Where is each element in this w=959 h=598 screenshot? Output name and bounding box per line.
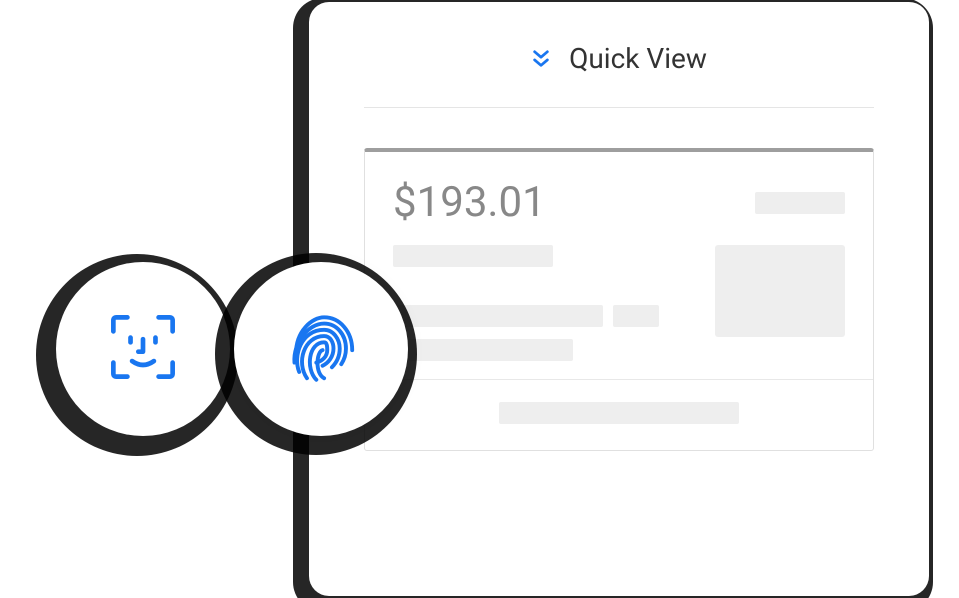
- divider: [364, 107, 874, 108]
- skeleton-bar: [499, 402, 739, 424]
- face-id-badge[interactable]: [56, 262, 230, 436]
- skeleton-left: [393, 245, 659, 361]
- skeleton-bar: [393, 245, 553, 267]
- chevron-double-down-icon: [531, 49, 551, 69]
- skeleton-right: [715, 245, 845, 337]
- skeleton-pill: [755, 192, 845, 214]
- fingerprint-badge[interactable]: [234, 262, 408, 436]
- quick-view-card: Quick View $193.01: [309, 2, 929, 596]
- face-id-icon: [104, 308, 182, 390]
- skeleton-bar: [393, 339, 573, 361]
- card-header[interactable]: Quick View: [309, 2, 929, 107]
- skeleton-bar: [613, 305, 659, 327]
- skeleton-bar: [393, 305, 603, 327]
- preview-footer: [365, 379, 873, 450]
- skeleton-row: [393, 245, 845, 361]
- skeleton-thumbnail: [715, 245, 845, 337]
- header-title: Quick View: [569, 42, 707, 75]
- preview-content: $193.01: [365, 152, 873, 379]
- fingerprint-icon: [282, 308, 360, 390]
- preview-box: $193.01: [364, 148, 874, 451]
- amount-value: $193.01: [393, 178, 546, 227]
